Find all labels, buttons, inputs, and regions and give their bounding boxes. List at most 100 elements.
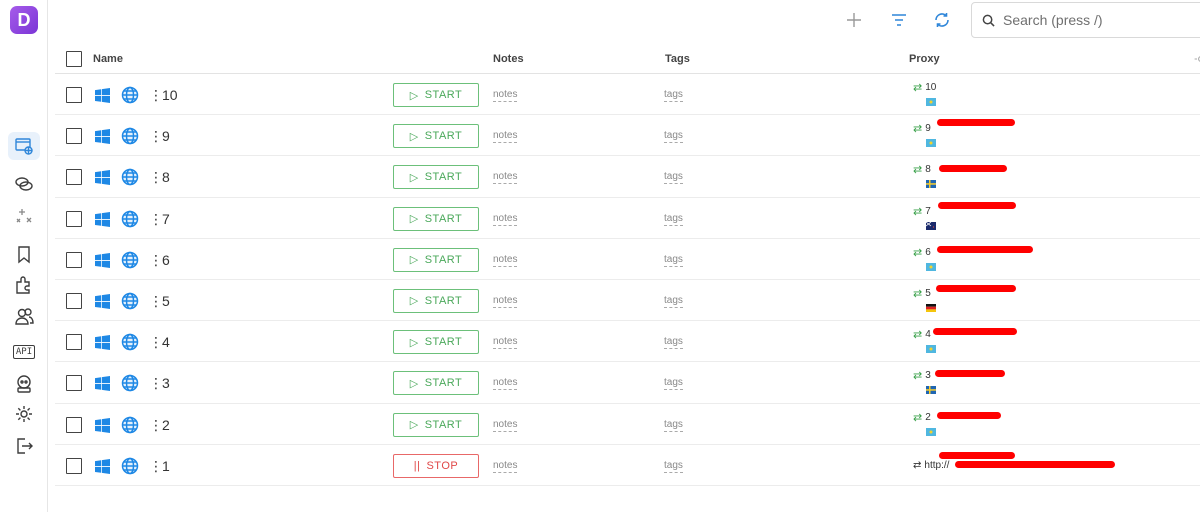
notes-field[interactable]: notes <box>493 419 518 432</box>
notes-field[interactable]: notes <box>493 130 518 144</box>
proxy-label[interactable]: ⇄ 5 <box>913 287 931 300</box>
row-checkbox[interactable] <box>66 169 82 186</box>
start-button[interactable]: ▷ START <box>393 371 479 396</box>
more-options-icon[interactable]: ⋮ <box>149 128 163 145</box>
robot-icon[interactable] <box>8 370 40 398</box>
notes-field[interactable]: notes <box>493 213 518 226</box>
refresh-icon[interactable] <box>931 9 953 31</box>
table-row[interactable]: ⋮ 1 || STOP notes tags ⇄ http:// <box>55 445 1200 486</box>
table-row[interactable]: ⋮ 8 ▷ START notes tags ⇄ 8 <box>55 156 1200 210</box>
proxy-label[interactable]: ⇄ 10 <box>913 81 936 94</box>
tags-field[interactable]: tags <box>664 213 683 226</box>
start-button[interactable]: ▷ START <box>393 83 479 107</box>
start-button[interactable]: ▷ START <box>393 247 479 272</box>
row-checkbox[interactable] <box>66 416 82 433</box>
profile-name[interactable]: 4 <box>162 334 170 350</box>
profile-name[interactable]: 2 <box>162 417 170 433</box>
profile-name[interactable]: 7 <box>162 211 170 227</box>
notes-field[interactable]: notes <box>493 89 518 102</box>
profile-name[interactable]: 8 <box>162 169 170 185</box>
profile-name[interactable]: 1 <box>162 458 170 474</box>
row-checkbox[interactable] <box>66 457 82 474</box>
column-tags-header[interactable]: Tags <box>665 53 690 65</box>
table-row[interactable]: ⋮ 9 ▷ START notes tags ⇄ 9 <box>55 115 1200 173</box>
more-options-icon[interactable]: ⋮ <box>149 417 163 434</box>
more-options-icon[interactable]: ⋮ <box>149 252 163 269</box>
logout-icon[interactable] <box>8 432 40 460</box>
row-checkbox[interactable] <box>66 292 82 309</box>
proxy-label[interactable]: ⇄ http:// <box>913 460 949 471</box>
start-button[interactable]: ▷ START <box>393 206 479 231</box>
tags-field[interactable]: tags <box>664 336 683 350</box>
table-row[interactable]: ⋮ 2 ▷ START notes tags ⇄ 2 <box>55 404 1200 459</box>
tags-field[interactable]: tags <box>664 171 683 185</box>
row-checkbox[interactable] <box>66 251 82 268</box>
settings-icon[interactable] <box>8 400 40 428</box>
stop-button[interactable]: || STOP <box>393 453 479 478</box>
proxy-label[interactable]: ⇄ 4 <box>913 328 931 341</box>
proxy-label[interactable]: ⇄ 7 <box>913 205 931 218</box>
bookmark-icon[interactable] <box>8 240 40 268</box>
search-box[interactable] <box>971 2 1200 38</box>
search-input[interactable] <box>1003 12 1183 28</box>
more-options-icon[interactable]: ⋮ <box>149 211 163 228</box>
table-row[interactable]: ⋮ 10 ▷ START notes tags ⇄ 10 <box>55 74 1200 126</box>
profile-name[interactable]: 9 <box>162 128 170 144</box>
profile-name[interactable]: 6 <box>162 252 170 268</box>
column-name-header[interactable]: Name <box>93 53 123 65</box>
extensions-icon[interactable] <box>8 270 40 298</box>
profile-name[interactable]: 10 <box>162 87 178 103</box>
table-row[interactable]: ⋮ 4 ▷ START notes tags ⇄ 4 <box>55 321 1200 378</box>
start-button[interactable]: ▷ START <box>393 165 479 190</box>
column-notes-header[interactable]: Notes <box>493 53 524 65</box>
tags-field[interactable]: tags <box>664 254 683 267</box>
tags-field[interactable]: tags <box>664 377 683 391</box>
notes-field[interactable]: notes <box>493 377 518 391</box>
proxy-label[interactable]: ⇄ 8 <box>913 163 931 176</box>
start-button[interactable]: ▷ START <box>393 124 479 149</box>
more-options-icon[interactable]: ⋮ <box>149 334 163 351</box>
notes-field[interactable]: notes <box>493 336 518 350</box>
app-logo[interactable]: D <box>10 6 38 34</box>
select-all-checkbox[interactable] <box>66 51 82 67</box>
profile-name[interactable]: 5 <box>162 293 170 309</box>
row-checkbox[interactable] <box>66 375 82 392</box>
table-row[interactable]: ⋮ 3 ▷ START notes tags ⇄ 3 <box>55 362 1200 420</box>
more-options-icon[interactable]: ⋮ <box>149 87 163 104</box>
links-icon[interactable] <box>8 170 40 198</box>
start-button[interactable]: ▷ START <box>393 412 479 437</box>
tags-field[interactable]: tags <box>664 89 683 102</box>
table-row[interactable]: ⋮ 7 ▷ START notes tags ⇄ 7 <box>55 198 1200 253</box>
tags-field[interactable]: tags <box>664 460 683 473</box>
filter-icon[interactable] <box>888 9 910 31</box>
users-icon[interactable] <box>8 302 40 330</box>
tags-field[interactable]: tags <box>664 295 683 308</box>
row-checkbox[interactable] <box>66 334 82 351</box>
more-options-icon[interactable]: ⋮ <box>149 375 163 392</box>
sparkle-icon[interactable] <box>8 202 40 230</box>
browser-profiles-icon[interactable] <box>8 132 40 160</box>
table-row[interactable]: ⋮ 5 ▷ START notes tags ⇄ 5 <box>55 280 1200 335</box>
profile-name[interactable]: 3 <box>162 375 170 391</box>
row-checkbox[interactable] <box>66 87 82 103</box>
add-icon[interactable] <box>843 9 865 31</box>
row-checkbox[interactable] <box>66 128 82 145</box>
start-button[interactable]: ▷ START <box>393 288 479 313</box>
notes-field[interactable]: notes <box>493 254 518 267</box>
more-options-icon[interactable]: ⋮ <box>149 458 163 475</box>
table-row[interactable]: ⋮ 6 ▷ START notes tags ⇄ 6 <box>55 239 1200 292</box>
proxy-label[interactable]: ⇄ 3 <box>913 369 931 382</box>
proxy-label[interactable]: ⇄ 9 <box>913 122 931 135</box>
notes-field[interactable]: notes <box>493 171 518 185</box>
tags-field[interactable]: tags <box>664 130 683 144</box>
notes-field[interactable]: notes <box>493 295 518 308</box>
more-options-icon[interactable]: ⋮ <box>149 293 163 310</box>
proxy-label[interactable]: ⇄ 6 <box>913 246 931 259</box>
more-options-icon[interactable]: ⋮ <box>149 169 163 186</box>
proxy-label[interactable]: ⇄ 2 <box>913 411 931 424</box>
row-checkbox[interactable] <box>66 210 82 227</box>
notes-field[interactable]: notes <box>493 460 518 473</box>
column-proxy-header[interactable]: Proxy <box>909 53 940 65</box>
tags-field[interactable]: tags <box>664 419 683 432</box>
start-button[interactable]: ▷ START <box>393 330 479 355</box>
